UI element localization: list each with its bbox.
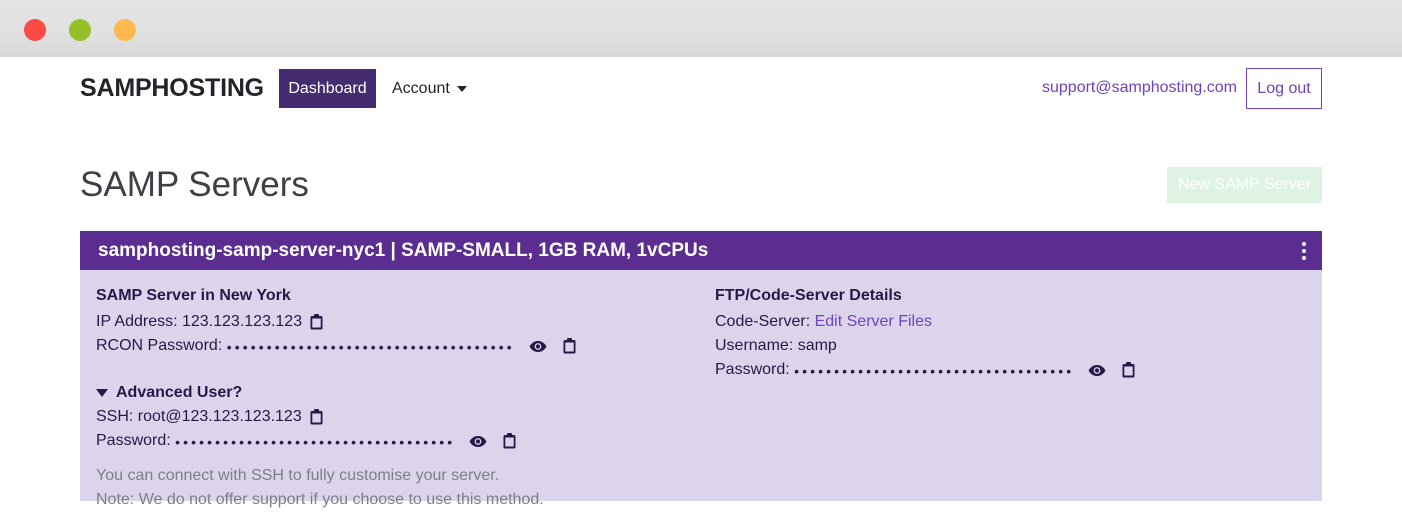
page-title: SAMP Servers <box>80 165 309 204</box>
left-column-heading: SAMP Server in New York <box>96 287 291 304</box>
eye-icon[interactable] <box>1088 364 1106 377</box>
kebab-dot <box>1302 248 1306 253</box>
close-button[interactable] <box>24 19 46 41</box>
ip-address-value: 123.123.123.123 <box>181 313 303 330</box>
code-server-row: Code-Server: Edit Server Files <box>715 310 1275 334</box>
ftp-password-value: ••••••••••••••••••••••••••••••••••• <box>794 363 1075 379</box>
ftp-password-row: Password: ••••••••••••••••••••••••••••••… <box>715 358 1275 382</box>
page-content: SAMPHOSTING Dashboard Account support@sa… <box>0 57 1402 531</box>
nav-item-account[interactable]: Account <box>392 69 467 108</box>
eye-icon[interactable] <box>469 435 487 448</box>
ftp-username-label: Username: <box>715 337 794 354</box>
maximize-button[interactable] <box>114 19 136 41</box>
server-card-header: samphosting-samp-server-nyc1 | SAMP-SMAL… <box>80 231 1322 270</box>
logout-label: Log out <box>1257 79 1311 97</box>
edit-server-files-link[interactable]: Edit Server Files <box>815 310 932 334</box>
clipboard-icon[interactable] <box>563 338 576 354</box>
advanced-user-label: Advanced User? <box>116 384 243 401</box>
eye-icon[interactable] <box>529 340 547 353</box>
chevron-down-icon <box>456 85 467 92</box>
rcon-password-row: RCON Password: •••••••••••••••••••••••••… <box>96 334 696 358</box>
ftp-username-row: Username: samp <box>715 334 1275 358</box>
ftp-password-label: Password: <box>715 361 790 378</box>
right-column-heading: FTP/Code-Server Details <box>715 287 902 304</box>
advanced-user-toggle[interactable]: Advanced User? <box>96 381 696 405</box>
ip-address-label: IP Address: <box>96 313 178 330</box>
ssh-password-value: ••••••••••••••••••••••••••••••••••• <box>175 434 456 450</box>
ssh-note-line-2: Note: We do not offer support if you cho… <box>96 491 544 508</box>
code-server-label: Code-Server: <box>715 313 811 330</box>
server-details-left-column: SAMP Server in New York IP Address: 123.… <box>96 284 696 512</box>
account-email-link[interactable]: support@samphosting.com <box>1042 79 1237 97</box>
ssh-password-row: Password: ••••••••••••••••••••••••••••••… <box>96 429 696 453</box>
kebab-dot <box>1302 255 1306 260</box>
triangle-down-icon <box>96 389 108 397</box>
clipboard-icon[interactable] <box>310 409 323 425</box>
ssh-password-label: Password: <box>96 432 171 449</box>
new-samp-server-button[interactable]: New SAMP Server <box>1167 167 1322 203</box>
rcon-password-value: •••••••••••••••••••••••••••••••••••• <box>226 339 515 355</box>
ssh-value: root@123.123.123.123 <box>137 408 302 425</box>
server-details-right-column: FTP/Code-Server Details Code-Server: Edi… <box>715 284 1275 382</box>
ip-address-row: IP Address: 123.123.123.123 <box>96 310 696 334</box>
clipboard-icon[interactable] <box>1122 362 1135 378</box>
logout-button[interactable]: Log out <box>1246 68 1322 109</box>
nav-item-dashboard[interactable]: Dashboard <box>279 69 376 108</box>
new-samp-server-label: New SAMP Server <box>1177 176 1312 193</box>
ssh-row: SSH: root@123.123.123.123 <box>96 405 696 429</box>
clipboard-icon[interactable] <box>310 314 323 330</box>
minimize-button[interactable] <box>69 19 91 41</box>
server-card-body: SAMP Server in New York IP Address: 123.… <box>80 270 1322 508</box>
clipboard-icon[interactable] <box>503 433 516 449</box>
navbar: SAMPHOSTING Dashboard Account support@sa… <box>0 57 1402 125</box>
nav-dashboard-label: Dashboard <box>288 79 367 97</box>
ssh-label: SSH: <box>96 408 134 425</box>
window-controls <box>24 19 136 41</box>
ssh-note-line-1: You can connect with SSH to fully custom… <box>96 467 500 484</box>
kebab-dot <box>1302 241 1306 246</box>
server-card-title: samphosting-samp-server-nyc1 | SAMP-SMAL… <box>98 239 709 261</box>
kebab-menu-icon[interactable] <box>1298 238 1310 264</box>
ftp-username-value: samp <box>797 337 837 354</box>
brand-logo[interactable]: SAMPHOSTING <box>80 74 264 103</box>
browser-chrome-bar <box>0 0 1402 57</box>
rcon-password-label: RCON Password: <box>96 337 223 354</box>
nav-account-label: Account <box>392 79 450 97</box>
server-card: samphosting-samp-server-nyc1 | SAMP-SMAL… <box>80 231 1322 508</box>
